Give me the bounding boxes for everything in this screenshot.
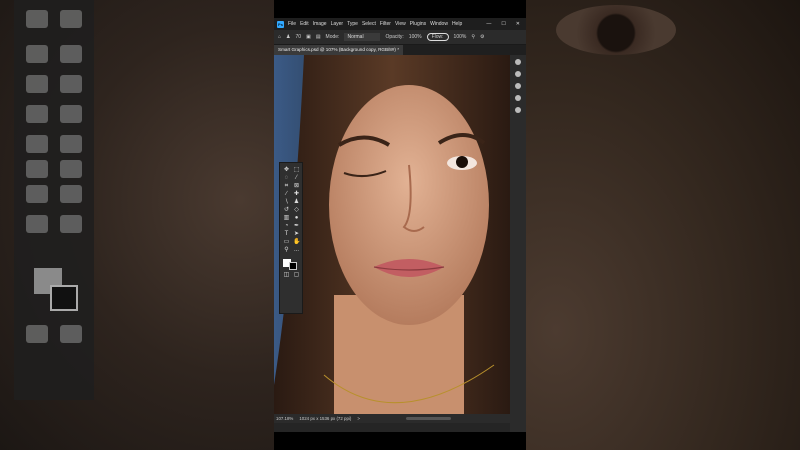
blurred-background-left <box>0 0 274 450</box>
more-tools-icon[interactable]: ... <box>293 247 300 253</box>
menu-select[interactable]: Select <box>362 21 376 27</box>
frame-icon[interactable]: ⊠ <box>293 183 300 189</box>
gear-icon[interactable]: ⚙ <box>480 34 484 40</box>
menu-help[interactable]: Help <box>452 21 462 27</box>
pen-icon[interactable]: ✒ <box>293 223 300 229</box>
adjustments-panel-icon[interactable] <box>515 71 521 77</box>
document-info: 1024 px x 1536 px (72 ppi) <box>299 416 352 421</box>
blurred-background-right <box>526 0 800 450</box>
mode-label: Mode: <box>325 34 340 40</box>
lasso-icon[interactable]: ◌ <box>283 175 290 181</box>
blurred-toolbar-zoom <box>14 0 94 400</box>
menu-window[interactable]: Window <box>430 21 448 27</box>
hand-icon[interactable]: ✋ <box>293 239 300 245</box>
blurred-eye <box>556 5 676 55</box>
gradient-icon[interactable]: ▥ <box>283 215 290 221</box>
maximize-button[interactable]: ☐ <box>501 21 505 27</box>
path-select-icon[interactable]: ➤ <box>293 231 300 237</box>
shape-icon[interactable]: ▭ <box>283 239 290 245</box>
crop-icon[interactable]: ⌗ <box>283 183 290 189</box>
layers-panel-icon[interactable] <box>515 83 521 89</box>
photoshop-logo: Ps <box>277 20 284 28</box>
dodge-icon[interactable]: ◔ <box>283 223 290 229</box>
eyedropper-icon[interactable]: ∕ <box>283 191 290 197</box>
mode-select[interactable]: Normal <box>344 33 381 41</box>
magic-wand-icon[interactable]: ⁄ <box>293 175 300 181</box>
document-tab-bar: Smart Graphics.psd @ 107% (Background co… <box>274 45 526 55</box>
menu-edit[interactable]: Edit <box>300 21 309 27</box>
menu-image[interactable]: Image <box>313 21 327 27</box>
zoom-icon[interactable]: ⚲ <box>283 247 290 253</box>
opacity-label: Opacity: <box>385 34 404 40</box>
history-brush-icon[interactable]: ↺ <box>283 207 290 213</box>
opacity-value[interactable]: 100% <box>409 34 422 40</box>
document-tab[interactable]: Smart Graphics.psd @ 107% (Background co… <box>274 45 404 55</box>
menu-type[interactable]: Type <box>347 21 358 27</box>
menu-filter[interactable]: Filter <box>380 21 391 27</box>
screen-mode-icon[interactable]: ▢ <box>293 272 300 278</box>
options-bar: ⌂ ♟ 70 ▣ ▤ Mode: Normal Opacity: 100% Fl… <box>274 30 526 45</box>
brush-settings-icon[interactable]: ▣ <box>306 34 311 40</box>
photoshop-window: Ps File Edit Image Layer Type Select Fil… <box>274 18 526 432</box>
eraser-icon[interactable]: ◇ <box>293 207 300 213</box>
horizontal-scrollbar[interactable] <box>405 417 451 420</box>
close-button[interactable]: ✕ <box>516 21 520 27</box>
healing-icon[interactable]: ✚ <box>293 191 300 197</box>
color-panel-icon[interactable] <box>515 59 521 65</box>
type-icon[interactable]: T <box>283 231 290 237</box>
panel-dock <box>510 55 526 432</box>
search-icon[interactable]: ⚲ <box>471 34 475 40</box>
move-icon[interactable]: ✥ <box>283 167 290 173</box>
tools-panel: ✥ ⬚ ◌ ⁄ ⌗ ⊠ ∕ ✚ ∖ ♟ ↺ ◇ ▥ ● ◔ ✒ T ➤ ▭ ✋ … <box>279 162 303 314</box>
paths-panel-icon[interactable] <box>515 107 521 113</box>
menu-plugins[interactable]: Plugins <box>410 21 426 27</box>
flow-value[interactable]: 100% <box>454 34 467 40</box>
brush-icon[interactable]: ∖ <box>283 199 290 205</box>
minimize-button[interactable]: — <box>486 21 491 27</box>
marquee-icon[interactable]: ⬚ <box>293 167 300 173</box>
status-bar: 107.18% 1024 px x 1536 px (72 ppi) > <box>274 414 510 423</box>
background-color-swatch[interactable] <box>289 262 297 270</box>
portrait-image <box>274 55 510 423</box>
home-icon[interactable]: ⌂ <box>278 34 281 40</box>
quick-mask-icon[interactable]: ◫ <box>283 272 290 278</box>
canvas[interactable]: ✥ ⬚ ◌ ⁄ ⌗ ⊠ ∕ ✚ ∖ ♟ ↺ ◇ ▥ ● ◔ ✒ T ➤ ▭ ✋ … <box>274 55 510 423</box>
menu-bar: Ps File Edit Image Layer Type Select Fil… <box>274 18 526 30</box>
zoom-level[interactable]: 107.18% <box>276 416 293 421</box>
channels-panel-icon[interactable] <box>515 95 521 101</box>
menu-file[interactable]: File <box>288 21 296 27</box>
status-arrow[interactable]: > <box>357 416 360 421</box>
menu-view[interactable]: View <box>395 21 406 27</box>
brush-size[interactable]: 70 <box>296 34 302 40</box>
stamp-icon[interactable]: ♟ <box>293 199 300 205</box>
menu-layer[interactable]: Layer <box>331 21 344 27</box>
flow-label: Flow: <box>426 33 449 41</box>
brush-panel-icon[interactable]: ▤ <box>316 34 321 40</box>
brush-tool-icon[interactable]: ♟ <box>286 34 290 40</box>
blur-icon[interactable]: ● <box>293 215 300 221</box>
